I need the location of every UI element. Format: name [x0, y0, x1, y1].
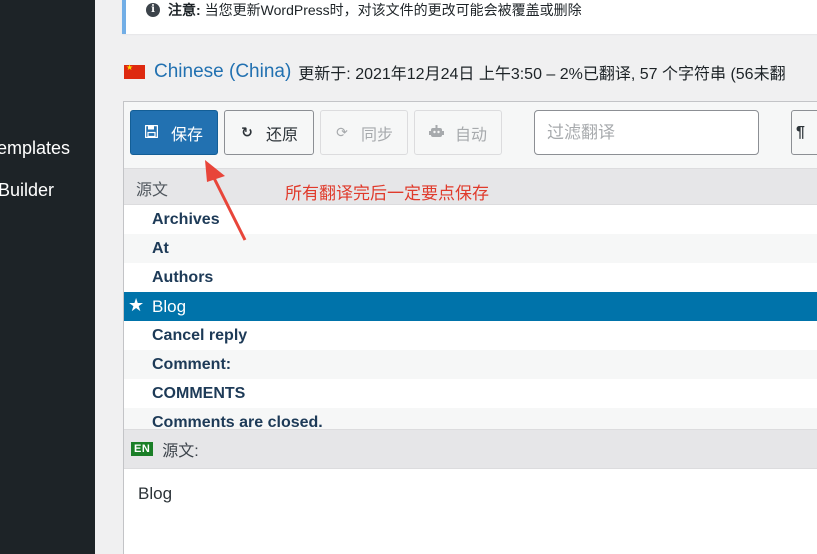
notice-bar: i 注意: 当您更新WordPress时，对该文件的更改可能会被覆盖或删除 [122, 0, 817, 34]
auto-translate-button[interactable]: 自动 [414, 110, 502, 155]
floppy-disk-icon [145, 124, 159, 141]
page-heading: Chinese (China) 更新于: 2021年12月24日 上午3:50 … [124, 60, 786, 84]
toggle-invisibles-button[interactable]: ¶ [791, 110, 817, 155]
robot-icon [428, 124, 444, 141]
source-label: 源文: [162, 443, 199, 460]
refresh-icon: ↻ [241, 124, 253, 140]
revert-button-label: 还原 [265, 126, 298, 144]
update-status: 更新于: 2021年12月24日 上午3:50 – 2%已翻译, 57 个字符串… [298, 66, 786, 83]
list-item[interactable]: Cancel reply [124, 321, 817, 350]
sync-button-label: 同步 [360, 126, 393, 144]
pilcrow-icon: ¶ [796, 123, 805, 141]
source-text: Blog [138, 484, 173, 503]
admin-sidebar: emplates Builder [0, 0, 95, 554]
save-button[interactable]: 保存 [130, 110, 218, 155]
star-icon: ★ [128, 295, 145, 315]
sync-icon: ⟳ [336, 124, 348, 140]
language-badge: EN [131, 442, 154, 456]
save-button-label: 保存 [170, 126, 203, 144]
auto-button-label: 自动 [454, 126, 487, 144]
list-item-selected[interactable]: ★ Blog [124, 292, 817, 321]
sidebar-item-builder[interactable]: Builder [0, 180, 54, 201]
list-item-label: Comment: [152, 355, 232, 373]
notice-text: 当您更新WordPress时，对该文件的更改可能会被覆盖或删除 [204, 2, 582, 18]
list-item-label: Cancel reply [152, 326, 248, 344]
list-item[interactable]: COMMENTS [124, 379, 817, 408]
list-item-label: At [152, 239, 169, 257]
china-flag-icon [124, 63, 145, 79]
info-icon: i [146, 3, 160, 17]
list-item[interactable]: Comment: [124, 350, 817, 379]
list-item-label: Blog [152, 296, 187, 316]
list-item[interactable]: Authors [124, 263, 817, 292]
sync-button[interactable]: ⟳ 同步 [320, 110, 408, 155]
language-link[interactable]: Chinese (China) [154, 61, 291, 83]
annotation-arrow-icon [205, 160, 247, 241]
source-header: EN 源文: [124, 429, 817, 469]
list-header-label: 源文 [136, 182, 169, 199]
notice-label: 注意: [168, 2, 201, 18]
revert-button[interactable]: ↻ 还原 [224, 110, 314, 155]
sidebar-item-templates[interactable]: emplates [0, 138, 70, 159]
annotation-note: 所有翻译完后一定要点保存 [285, 184, 489, 203]
filter-translations-input[interactable] [534, 110, 759, 155]
list-item-label: COMMENTS [152, 384, 246, 402]
list-item-label: Authors [152, 268, 214, 286]
